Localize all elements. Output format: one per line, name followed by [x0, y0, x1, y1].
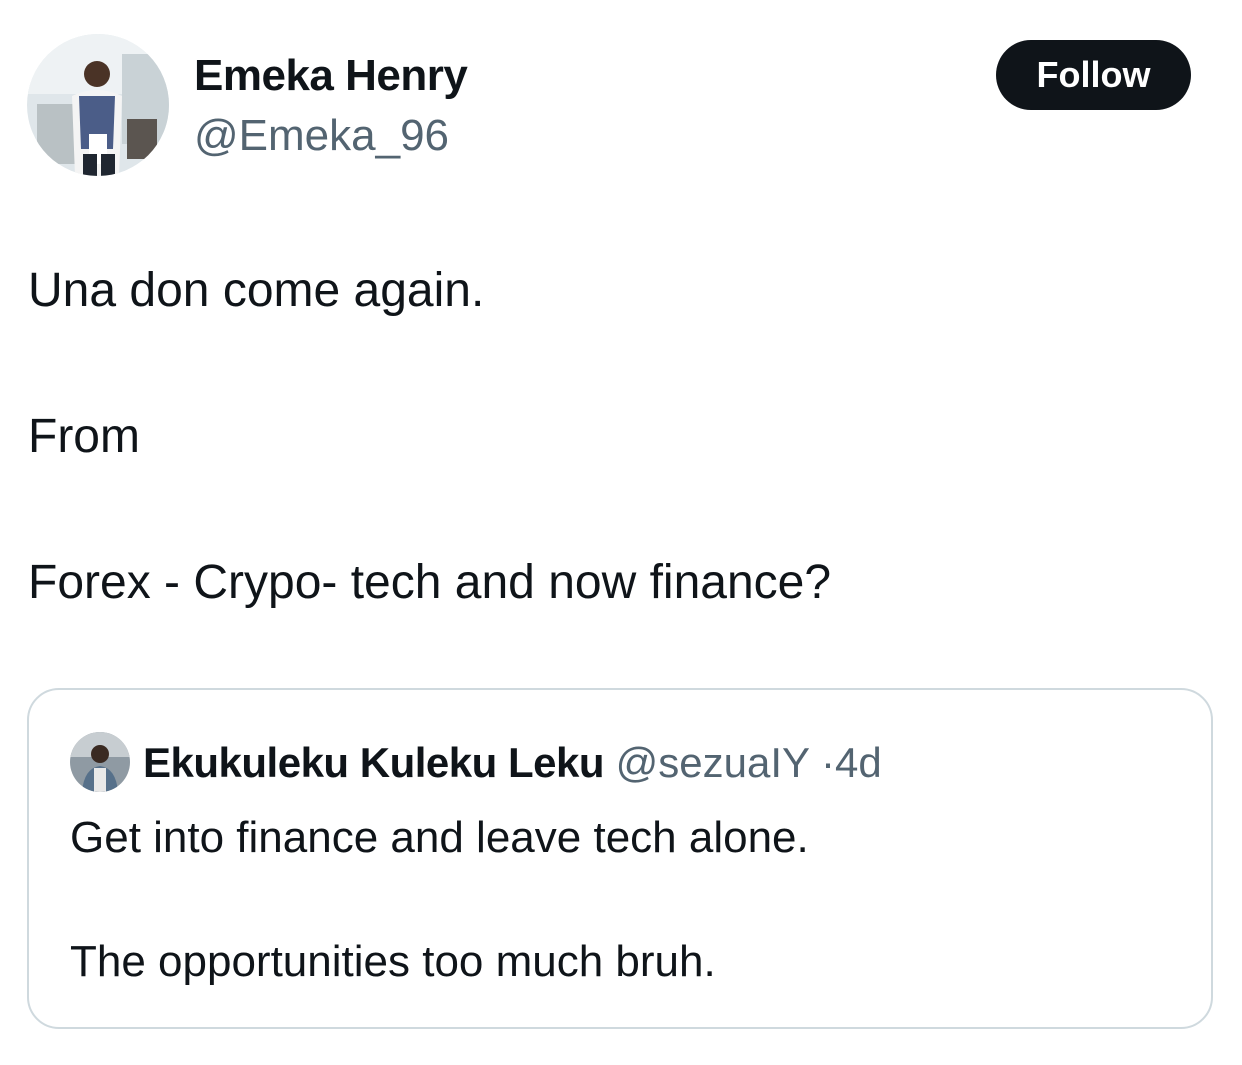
tweet-text-line: Forex - Crypo- tech and now finance? [28, 556, 832, 609]
author-avatar[interactable] [27, 34, 169, 176]
author-handle[interactable]: @Emeka_96 [194, 110, 449, 162]
quoted-tweet-text-line: The opportunities too much bruh. [70, 937, 716, 986]
author-display-name[interactable]: Emeka Henry [194, 50, 468, 102]
quoted-author-handle[interactable]: @sezuaIY [616, 739, 810, 786]
follow-button[interactable]: Follow [996, 40, 1191, 110]
quoted-author-avatar[interactable] [70, 732, 130, 792]
header-separator: · [820, 739, 835, 786]
quoted-tweet-text-line: Get into finance and leave tech alone. [70, 813, 809, 862]
quoted-tweet-header: Ekukuleku Kuleku Leku @sezuaIY ·4d [143, 738, 882, 788]
profile-photo-icon [27, 34, 169, 176]
profile-photo-icon [70, 732, 130, 792]
quoted-tweet-card[interactable]: Ekukuleku Kuleku Leku @sezuaIY ·4d Get i… [27, 688, 1213, 1029]
tweet-text-line: From [28, 410, 140, 463]
tweet-text-line: Una don come again. [28, 264, 485, 317]
quoted-author-display-name[interactable]: Ekukuleku Kuleku Leku [143, 739, 604, 786]
quoted-tweet-timestamp[interactable]: 4d [835, 739, 882, 786]
